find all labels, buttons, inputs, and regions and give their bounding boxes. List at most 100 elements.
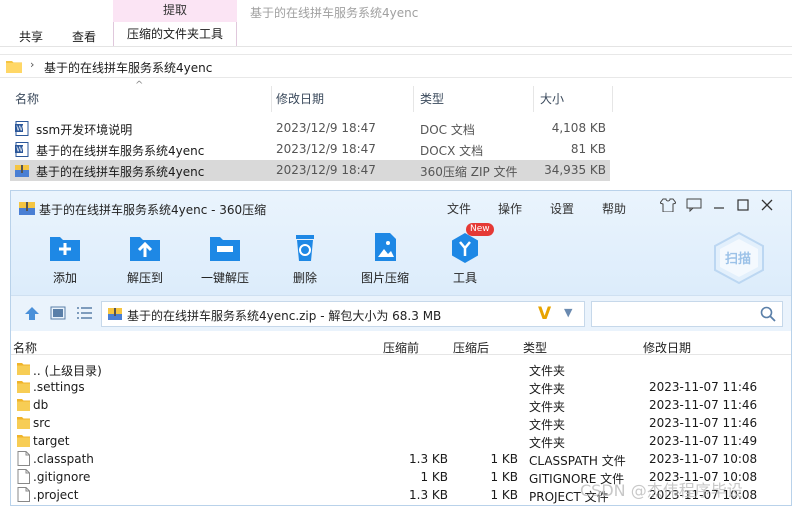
tab-share[interactable]: 共享 <box>19 28 43 45</box>
search-icon[interactable] <box>760 306 776 322</box>
archive-row[interactable]: .settings 文件夹 2023-11-07 11:46 <box>11 378 791 396</box>
folder-icon <box>17 435 30 447</box>
list-view-icon[interactable] <box>75 305 93 321</box>
tab-view[interactable]: 查看 <box>72 28 96 45</box>
column-divider[interactable] <box>612 86 613 112</box>
menu-file[interactable]: 文件 <box>447 200 471 217</box>
archive-item-date: 2023-11-07 10:08 <box>649 452 758 466</box>
archive-item-date: 2023-11-07 11:46 <box>649 416 758 430</box>
extract-to-button[interactable]: 解压到 <box>113 231 177 286</box>
search-input[interactable] <box>591 301 783 327</box>
delete-button[interactable]: 删除 <box>273 231 337 286</box>
archive-row[interactable]: .classpath 1.3 KB 1 KB CLASSPATH 文件 2023-11-… <box>11 450 791 468</box>
file-type: DOCX 文档 <box>420 144 484 158</box>
file-type: DOC 文档 <box>420 123 475 137</box>
extract-to-label: 解压到 <box>126 271 163 285</box>
minimize-icon[interactable] <box>710 198 728 216</box>
column-divider[interactable] <box>413 86 414 112</box>
file-size: 34,935 KB <box>544 163 606 177</box>
archive-item-type: 文件夹 <box>529 400 566 414</box>
one-click-extract-icon <box>208 231 242 263</box>
archive-item-type: 文件夹 <box>529 436 566 450</box>
folder-icon <box>17 363 30 375</box>
archive-item-name: .settings <box>33 380 85 394</box>
folder-icon <box>6 61 22 73</box>
file-date: 2023/12/9 18:47 <box>276 142 376 156</box>
tools-label: 工具 <box>452 271 477 285</box>
tab-extract[interactable]: 提取 <box>113 0 237 22</box>
archive-item-original-size: 1.3 KB <box>409 488 448 502</box>
up-arrow-icon[interactable] <box>23 305 41 321</box>
chevron-right-icon[interactable]: › <box>30 58 34 71</box>
word-docx-icon: W <box>15 142 29 157</box>
file-name: 基于的在线拼车服务系统4yenc <box>36 144 205 158</box>
file-icon <box>17 451 30 466</box>
scan-label: 扫描 <box>725 252 752 267</box>
skin-icon[interactable] <box>659 198 677 216</box>
one-click-extract-label: 一键解压 <box>200 271 249 285</box>
scan-button[interactable]: 扫描 <box>711 231 767 285</box>
close-icon[interactable] <box>758 198 776 216</box>
add-button[interactable]: 添加 <box>33 231 97 286</box>
tab-compressed-folder-tools[interactable]: 压缩的文件夹工具 <box>113 22 237 46</box>
archive-item-type: 文件夹 <box>529 382 566 396</box>
file-row-selected[interactable]: 基于的在线拼车服务系统4yenc 2023/12/9 18:47 360压缩 Z… <box>10 160 610 181</box>
archive-row[interactable]: .. (上级目录) 文件夹 <box>11 360 791 378</box>
archive-row[interactable]: db 文件夹 2023-11-07 11:46 <box>11 396 791 414</box>
zip-archive-icon <box>15 165 29 177</box>
archive-item-compressed-size: 1 KB <box>490 470 518 484</box>
archive-item-type: 文件夹 <box>529 364 566 378</box>
folder-icon <box>17 381 30 393</box>
archive-item-type: CLASSPATH 文件 <box>529 454 626 468</box>
watermark: CSDN @杰伟程序毕设 <box>580 481 743 500</box>
column-header-name[interactable]: 名称 <box>15 90 39 107</box>
thumbnail-view-icon[interactable] <box>49 305 67 321</box>
archive-path-field[interactable]: 基于的在线拼车服务系统4yenc.zip - 解包大小为 68.3 MB V ▼ <box>101 301 585 327</box>
maximize-icon[interactable] <box>734 198 752 216</box>
archive-item-name: .. (上级目录) <box>33 364 102 378</box>
column-divider[interactable] <box>271 86 272 112</box>
file-name: ssm开发环境说明 <box>36 123 133 137</box>
column-header-date[interactable]: 修改日期 <box>276 90 324 107</box>
delete-label: 删除 <box>292 271 317 285</box>
archive-item-name: .gitignore <box>33 470 91 484</box>
archive-item-compressed-size: 1 KB <box>490 452 518 466</box>
archive-item-name: target <box>33 434 70 448</box>
archive-row[interactable]: target 文件夹 2023-11-07 11:49 <box>11 432 791 450</box>
menu-help[interactable]: 帮助 <box>602 200 626 217</box>
archive-item-name: src <box>33 416 51 430</box>
archive-item-date: 2023-11-07 11:46 <box>649 398 758 412</box>
image-compress-icon <box>368 231 402 263</box>
address-bar[interactable]: › 基于的在线拼车服务系统4yenc <box>0 54 792 78</box>
file-icon <box>17 487 30 502</box>
zip-window: 基于的在线拼车服务系统4yenc - 360压缩 文件 操作 设置 帮助 添加 <box>10 190 792 506</box>
archive-item-original-size: 1 KB <box>420 470 448 484</box>
ribbon-divider <box>0 46 792 47</box>
file-size: 4,108 KB <box>551 121 606 135</box>
tools-button[interactable]: 工具 <box>433 231 497 286</box>
column-header-type[interactable]: 类型 <box>420 90 444 107</box>
verified-v-icon[interactable]: V <box>538 304 551 324</box>
breadcrumb[interactable]: 基于的在线拼车服务系统4yenc <box>44 59 212 76</box>
image-compress-label: 图片压缩 <box>360 271 409 285</box>
one-click-extract-button[interactable]: 一键解压 <box>193 231 257 286</box>
folder-icon <box>17 417 30 429</box>
archive-item-original-size: 1.3 KB <box>409 452 448 466</box>
archive-row[interactable]: src 文件夹 2023-11-07 11:46 <box>11 414 791 432</box>
menu-operation[interactable]: 操作 <box>498 200 522 217</box>
chevron-down-icon[interactable]: ▼ <box>564 306 572 319</box>
file-row[interactable]: W ssm开发环境说明 2023/12/9 18:47 DOC 文档 4,108… <box>10 118 610 139</box>
add-icon <box>48 231 82 263</box>
feedback-icon[interactable] <box>685 198 703 216</box>
explorer-ribbon: 提取 压缩的文件夹工具 基于的在线拼车服务系统4yenc 共享 查看 <box>0 0 792 46</box>
file-type: 360压缩 ZIP 文件 <box>420 165 518 179</box>
column-divider[interactable] <box>533 86 534 112</box>
column-header-size[interactable]: 大小 <box>540 90 564 107</box>
file-size: 81 KB <box>570 142 606 156</box>
archive-item-name: db <box>33 398 49 412</box>
new-badge: New <box>466 223 494 236</box>
image-compress-button[interactable]: 图片压缩 <box>353 231 417 286</box>
word-doc-icon: W <box>15 121 29 136</box>
file-row[interactable]: W 基于的在线拼车服务系统4yenc 2023/12/9 18:47 DOCX … <box>10 139 610 160</box>
menu-settings[interactable]: 设置 <box>550 200 574 217</box>
